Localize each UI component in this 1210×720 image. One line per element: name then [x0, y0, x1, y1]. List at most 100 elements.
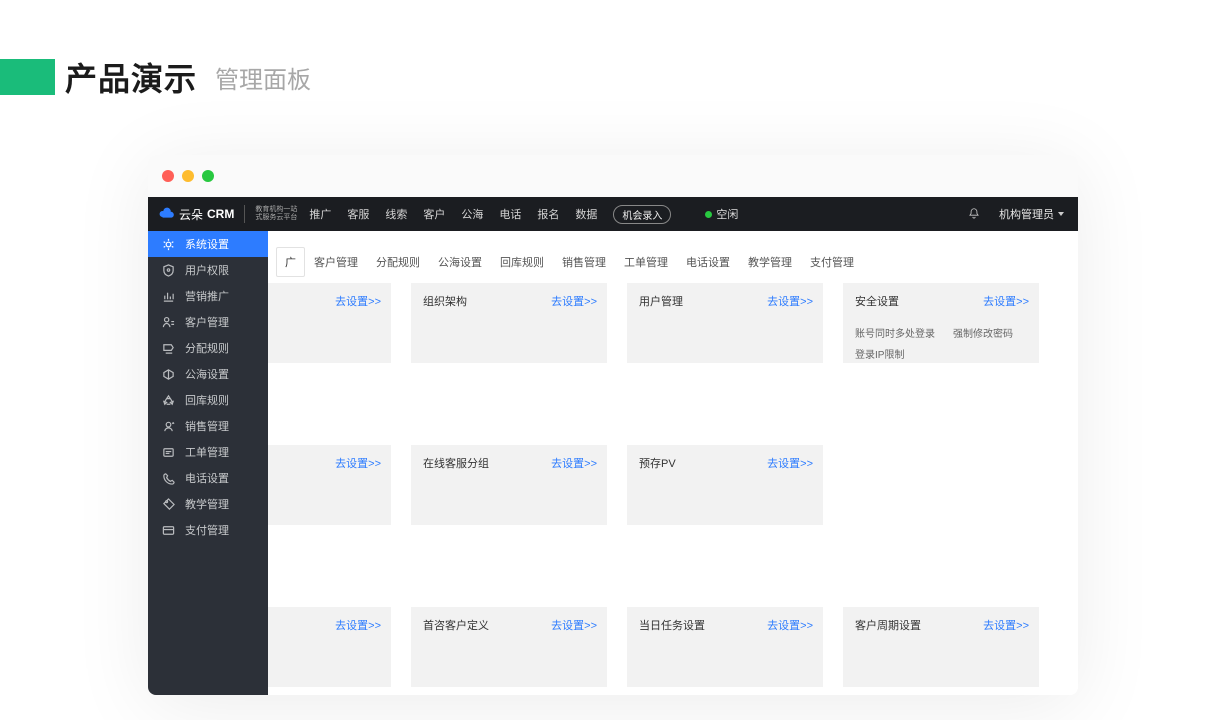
page-title: 产品演示 [65, 54, 197, 100]
sidebar-item-person[interactable]: 客户管理 [148, 309, 268, 335]
app-window: 云朵CRM 教育机构一站 式服务云平台 推广 客服 线索 客户 公海 电话 报名… [148, 155, 1078, 695]
tab-item[interactable]: 销售管理 [553, 247, 615, 277]
rule-icon [162, 342, 175, 355]
sidebar-item-label: 公海设置 [185, 366, 229, 382]
sidebar-item-label: 工单管理 [185, 444, 229, 460]
sidebar-item-chart[interactable]: 营销推广 [148, 283, 268, 309]
tab-row: 广客户管理分配规则公海设置回库规则销售管理工单管理电话设置教学管理支付管理 [268, 231, 1078, 277]
app-nav: 推广 客服 线索 客户 公海 电话 报名 数据 机会录入 [309, 205, 671, 224]
sidebar-item-settings[interactable]: 系统设置 [148, 231, 268, 257]
window-titlebar [148, 155, 1078, 197]
logo-text-zh: 云朵 [179, 206, 203, 223]
person-icon [162, 316, 175, 329]
go-settings-link[interactable]: 去设置>> [983, 293, 1029, 309]
go-settings-link[interactable]: 去设置>> [551, 617, 597, 633]
sidebar-item-label: 客户管理 [185, 314, 229, 330]
sidebar-item-tag[interactable]: 教学管理 [148, 491, 268, 517]
tab-item[interactable]: 客户管理 [305, 247, 367, 277]
tab-item[interactable]: 教学管理 [739, 247, 801, 277]
settings-card: 首咨客户定义 去设置>> [411, 607, 607, 687]
settings-card: 预存PV 去设置>> [627, 445, 823, 525]
ticket-icon [162, 446, 175, 459]
nav-item[interactable]: 公海 [461, 206, 483, 222]
nav-item[interactable]: 线索 [385, 206, 407, 222]
sidebar-item-recycle[interactable]: 回库规则 [148, 387, 268, 413]
sidebar-item-label: 用户权限 [185, 262, 229, 278]
sidebar-item-sales[interactable]: 销售管理 [148, 413, 268, 439]
sidebar-item-card[interactable]: 支付管理 [148, 517, 268, 543]
card-sections: 去设置>>组织架构去设置>>用户管理去设置>>安全设置去设置>>账号同时多处登录… [268, 277, 1078, 687]
card-row: 则去设置>>首咨客户定义去设置>>当日任务设置去设置>>客户周期设置去设置>> [268, 607, 1078, 687]
tab-item[interactable]: 分配规则 [367, 247, 429, 277]
window-minimize-icon[interactable] [182, 170, 194, 182]
go-settings-link[interactable]: 去设置>> [983, 617, 1029, 633]
sidebar-item-rule[interactable]: 分配规则 [148, 335, 268, 361]
app-body: 系统设置用户权限营销推广客户管理分配规则公海设置回库规则销售管理工单管理电话设置… [148, 231, 1078, 695]
app-logo[interactable]: 云朵CRM 教育机构一站 式服务云平台 [158, 205, 297, 223]
nav-item[interactable]: 推广 [309, 206, 331, 222]
sidebar-item-phone[interactable]: 电话设置 [148, 465, 268, 491]
chevron-down-icon [1058, 212, 1064, 216]
card-subitems: 账号同时多处登录 强制修改密码登录IP限制 [855, 325, 1027, 361]
shield-icon [162, 264, 175, 277]
bell-icon[interactable] [967, 207, 981, 221]
tab-item[interactable]: 支付管理 [801, 247, 863, 277]
go-settings-link[interactable]: 去设置>> [767, 293, 813, 309]
settings-card: 在线客服分组去设置>> [411, 445, 607, 525]
card-title: 预存PV [639, 458, 676, 470]
settings-card: 当日任务设置去设置>> [627, 607, 823, 687]
status-indicator[interactable]: 空闲 [705, 206, 738, 222]
nav-item[interactable]: 报名 [537, 206, 559, 222]
sidebar-item-label: 销售管理 [185, 418, 229, 434]
main-content: 广客户管理分配规则公海设置回库规则销售管理工单管理电话设置教学管理支付管理 去设… [268, 231, 1078, 695]
app-bar: 云朵CRM 教育机构一站 式服务云平台 推广 客服 线索 客户 公海 电话 报名… [148, 197, 1078, 231]
go-settings-link[interactable]: 去设置>> [335, 293, 381, 309]
settings-card: 则去设置>> [268, 607, 391, 687]
user-label: 机构管理员 [999, 206, 1054, 222]
accent-bar [0, 59, 55, 95]
tab-item[interactable]: 电话设置 [677, 247, 739, 277]
card-title: 客户周期设置 [855, 620, 921, 632]
go-settings-link[interactable]: 去设置>> [551, 455, 597, 471]
settings-card: 用户管理去设置>> [627, 283, 823, 363]
tab-item[interactable]: 广 [276, 247, 305, 277]
sidebar-item-ticket[interactable]: 工单管理 [148, 439, 268, 465]
sidebar: 系统设置用户权限营销推广客户管理分配规则公海设置回库规则销售管理工单管理电话设置… [148, 231, 268, 695]
nav-item[interactable]: 客户 [423, 206, 445, 222]
nav-item[interactable]: 电话 [499, 206, 521, 222]
tab-item[interactable]: 回库规则 [491, 247, 553, 277]
go-settings-link[interactable]: 去设置>> [767, 455, 813, 471]
sidebar-item-label: 分配规则 [185, 340, 229, 356]
sidebar-item-shield[interactable]: 用户权限 [148, 257, 268, 283]
recycle-icon [162, 394, 175, 407]
sidebar-item-label: 支付管理 [185, 522, 229, 538]
go-settings-link[interactable]: 去设置>> [767, 617, 813, 633]
window-close-icon[interactable] [162, 170, 174, 182]
tab-item[interactable]: 公海设置 [429, 247, 491, 277]
tab-item[interactable]: 工单管理 [615, 247, 677, 277]
chart-icon [162, 290, 175, 303]
card-subitem[interactable]: 登录IP限制 [855, 346, 904, 361]
settings-card: 去设置>> [268, 283, 391, 363]
logo-divider [244, 205, 245, 223]
card-title: 首咨客户定义 [423, 620, 489, 632]
settings-icon [162, 238, 175, 251]
window-maximize-icon[interactable] [202, 170, 214, 182]
settings-card: 组织架构去设置>> [411, 283, 607, 363]
go-settings-link[interactable]: 去设置>> [335, 455, 381, 471]
card-subitem[interactable]: 账号同时多处登录 [855, 325, 935, 340]
go-settings-link[interactable]: 去设置>> [335, 617, 381, 633]
opportunity-button[interactable]: 机会录入 [613, 205, 671, 224]
nav-item[interactable]: 数据 [575, 206, 597, 222]
card-title: 安全设置 [855, 296, 899, 308]
settings-card: 客户周期设置 去设置>> [843, 607, 1039, 687]
sidebar-item-label: 教学管理 [185, 496, 229, 512]
logo-tagline: 教育机构一站 式服务云平台 [255, 206, 297, 222]
sidebar-item-sea[interactable]: 公海设置 [148, 361, 268, 387]
card-subitem[interactable]: 强制修改密码 [953, 325, 1013, 340]
go-settings-link[interactable]: 去设置>> [551, 293, 597, 309]
user-menu[interactable]: 机构管理员 [999, 206, 1064, 222]
nav-item[interactable]: 客服 [347, 206, 369, 222]
card-icon [162, 524, 175, 537]
card-row: 去设置>>组织架构去设置>>用户管理去设置>>安全设置去设置>>账号同时多处登录… [268, 283, 1078, 363]
